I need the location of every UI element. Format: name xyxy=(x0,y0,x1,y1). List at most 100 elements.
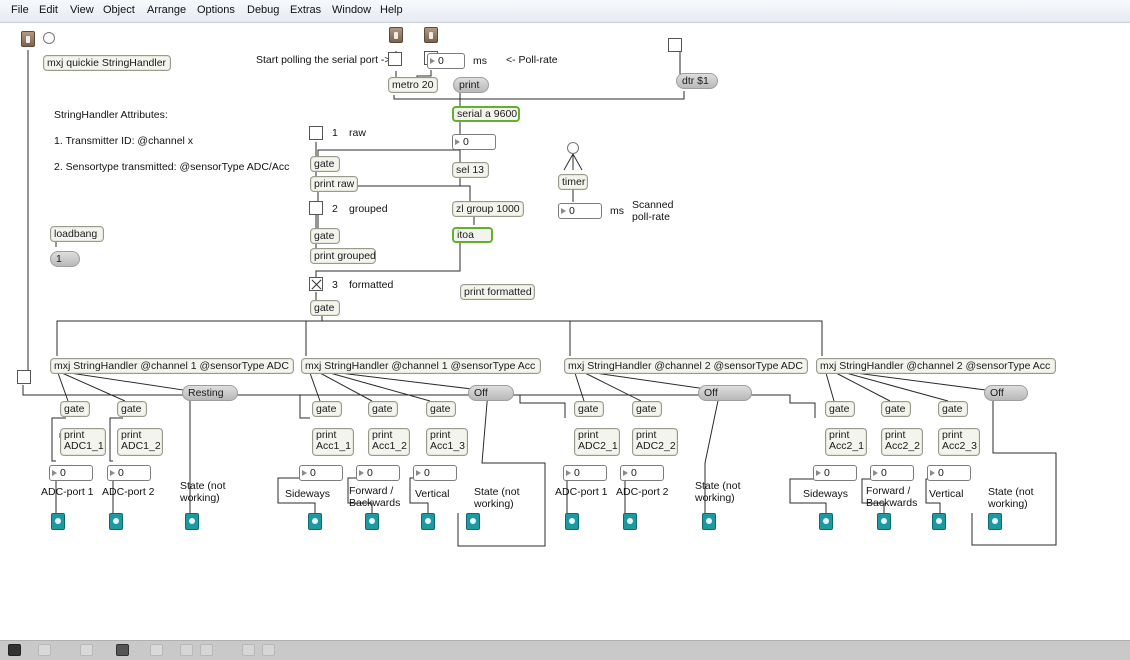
output-adc2-1[interactable] xyxy=(565,513,579,530)
button-icon[interactable] xyxy=(21,31,35,47)
number-acc2-1[interactable]: 0 xyxy=(813,465,857,481)
itoa-object[interactable]: itoa xyxy=(452,227,493,243)
gate-acc2-2[interactable]: gate xyxy=(881,401,911,417)
loadbang-object[interactable]: loadbang xyxy=(50,226,104,242)
number-adc1-2[interactable]: 0 xyxy=(107,465,151,481)
dtr-toggle[interactable] xyxy=(668,38,682,52)
formatted-toggle[interactable] xyxy=(309,277,323,291)
menu-options[interactable]: Options xyxy=(197,4,235,16)
number-acc2-3[interactable]: 0 xyxy=(927,465,971,481)
number-adc2-1[interactable]: 0 xyxy=(563,465,607,481)
reset-toggle[interactable] xyxy=(17,370,31,384)
print-acc2-1[interactable]: print Acc2_1 xyxy=(825,428,867,456)
timer-bang[interactable] xyxy=(567,142,579,154)
snap-icon[interactable] xyxy=(262,644,275,656)
print-acc1-2[interactable]: print Acc1_2 xyxy=(368,428,410,456)
serial-number[interactable]: 0 xyxy=(452,134,496,150)
print-formatted-object[interactable]: print formatted xyxy=(460,284,535,300)
gate-acc1-3[interactable]: gate xyxy=(426,401,456,417)
add-icon[interactable] xyxy=(38,644,51,656)
grouped-toggle[interactable] xyxy=(309,201,323,215)
print-adc2-2[interactable]: print ADC2_2 xyxy=(632,428,678,456)
output-acc2-2[interactable] xyxy=(877,513,891,530)
output-state-2[interactable] xyxy=(466,513,480,530)
stringhandler-acc-2[interactable]: mxj StringHandler @channel 2 @sensorType… xyxy=(816,358,1056,374)
gate-adc1-1[interactable]: gate xyxy=(60,401,90,417)
sel-object[interactable]: sel 13 xyxy=(452,162,489,178)
raw-toggle[interactable] xyxy=(309,126,323,140)
stringhandler-adc-2[interactable]: mxj StringHandler @channel 2 @sensorType… xyxy=(564,358,808,374)
gate-grouped[interactable]: gate xyxy=(310,228,340,244)
state-message-2[interactable]: Off xyxy=(468,385,514,401)
button-icon[interactable] xyxy=(389,27,403,43)
gate-adc1-2[interactable]: gate xyxy=(117,401,147,417)
info-icon[interactable] xyxy=(150,644,163,656)
number-acc1-3[interactable]: 0 xyxy=(413,465,457,481)
print-raw-object[interactable]: print raw xyxy=(310,176,358,192)
move-icon[interactable] xyxy=(80,644,93,656)
output-acc2-1[interactable] xyxy=(819,513,833,530)
menu-window[interactable]: Window xyxy=(332,4,371,16)
lock-icon[interactable] xyxy=(8,644,21,656)
print-adc2-1[interactable]: print ADC2_1 xyxy=(574,428,620,456)
gate-acc1-2[interactable]: gate xyxy=(368,401,398,417)
gate-acc2-3[interactable]: gate xyxy=(938,401,968,417)
output-adc1-2[interactable] xyxy=(109,513,123,530)
grid-icon[interactable] xyxy=(242,644,255,656)
output-acc1-1[interactable] xyxy=(308,513,322,530)
number-acc1-1[interactable]: 0 xyxy=(299,465,343,481)
output-acc1-3[interactable] xyxy=(421,513,435,530)
menu-debug[interactable]: Debug xyxy=(247,4,279,16)
output-state-4[interactable] xyxy=(988,513,1002,530)
poll-toggle[interactable] xyxy=(388,52,402,66)
dtr-message[interactable]: dtr $1 xyxy=(676,73,718,89)
menu-object[interactable]: Object xyxy=(103,4,135,16)
patcher-canvas[interactable]: mxj quickie StringHandler Start polling … xyxy=(0,23,1130,640)
timer-object[interactable]: timer xyxy=(558,174,588,190)
presentation-icon[interactable] xyxy=(116,644,129,656)
state-message-3[interactable]: Off xyxy=(698,385,752,401)
output-acc2-3[interactable] xyxy=(932,513,946,530)
menu-file[interactable]: File xyxy=(11,4,29,16)
print-acc2-3[interactable]: print Acc2_3 xyxy=(938,428,980,456)
number-acc2-2[interactable]: 0 xyxy=(870,465,914,481)
poll-rate-number[interactable]: 0 xyxy=(427,53,465,69)
menu-edit[interactable]: Edit xyxy=(39,4,58,16)
print-adc1-1[interactable]: print ADC1_1 xyxy=(60,428,106,456)
zl-group-object[interactable]: zl group 1000 xyxy=(452,201,524,217)
gate-adc2-2[interactable]: gate xyxy=(632,401,662,417)
one-message[interactable]: 1 xyxy=(50,251,80,267)
output-state-3[interactable] xyxy=(702,513,716,530)
print-acc2-2[interactable]: print Acc2_2 xyxy=(881,428,923,456)
output-state-1[interactable] xyxy=(185,513,199,530)
number-adc1-1[interactable]: 0 xyxy=(49,465,93,481)
print-acc1-3[interactable]: print Acc1_3 xyxy=(426,428,468,456)
gate-acc1-1[interactable]: gate xyxy=(312,401,342,417)
gate-acc2-1[interactable]: gate xyxy=(825,401,855,417)
serial-object[interactable]: serial a 9600 xyxy=(452,106,520,122)
number-acc1-2[interactable]: 0 xyxy=(356,465,400,481)
gate-formatted[interactable]: gate xyxy=(310,300,340,316)
state-message-1[interactable]: Resting xyxy=(182,385,238,401)
print-message[interactable]: print xyxy=(453,77,489,93)
menu-view[interactable]: View xyxy=(70,4,94,16)
mxj-quickie-object[interactable]: mxj quickie StringHandler xyxy=(43,55,171,71)
print-adc1-2[interactable]: print ADC1_2 xyxy=(117,428,163,456)
menu-extras[interactable]: Extras xyxy=(290,4,321,16)
bang-button[interactable] xyxy=(43,32,55,44)
timer-number[interactable]: 0 xyxy=(558,203,602,219)
state-message-4[interactable]: Off xyxy=(984,385,1028,401)
button-icon[interactable] xyxy=(424,27,438,43)
gate-raw[interactable]: gate xyxy=(310,156,340,172)
output-acc1-2[interactable] xyxy=(365,513,379,530)
menu-help[interactable]: Help xyxy=(380,4,403,16)
number-adc2-2[interactable]: 0 xyxy=(620,465,664,481)
color-icon-2[interactable] xyxy=(200,644,213,656)
gate-adc2-1[interactable]: gate xyxy=(574,401,604,417)
color-icon[interactable] xyxy=(180,644,193,656)
menu-arrange[interactable]: Arrange xyxy=(147,4,186,16)
print-grouped-object[interactable]: print grouped xyxy=(310,248,376,264)
output-adc1-1[interactable] xyxy=(51,513,65,530)
output-adc2-2[interactable] xyxy=(623,513,637,530)
stringhandler-acc-1[interactable]: mxj StringHandler @channel 1 @sensorType… xyxy=(301,358,541,374)
